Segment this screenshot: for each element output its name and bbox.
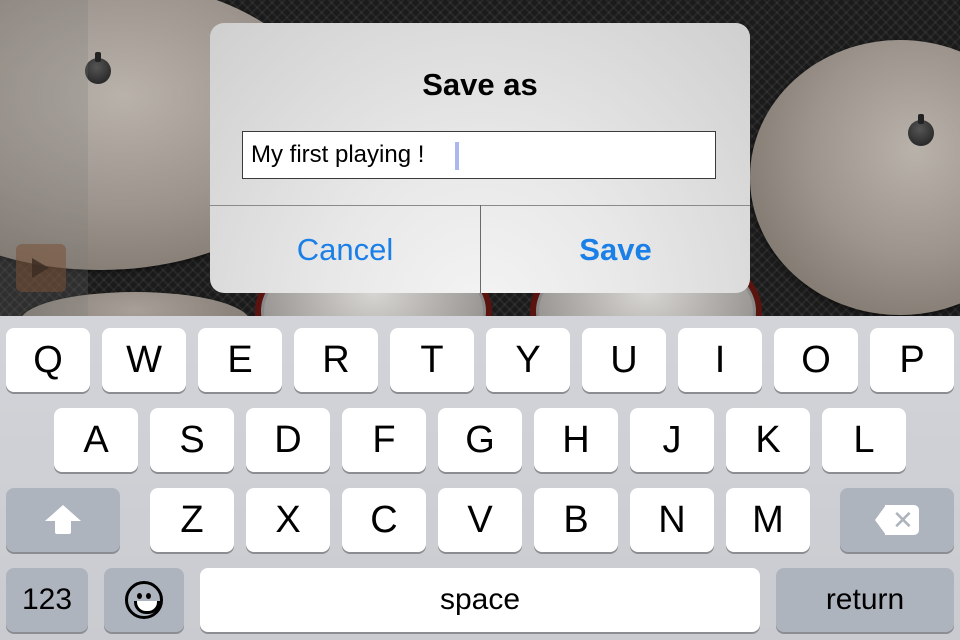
dialog-title: Save as [422, 67, 538, 102]
cymbal-bell [908, 114, 934, 146]
emoji-key[interactable] [104, 568, 184, 632]
numbers-key[interactable]: 123 [6, 568, 88, 632]
play-icon[interactable] [16, 244, 66, 292]
key-e[interactable]: E [198, 328, 282, 392]
shift-key[interactable] [6, 488, 120, 552]
key-g[interactable]: G [438, 408, 522, 472]
space-key[interactable]: space [200, 568, 760, 632]
key-s[interactable]: S [150, 408, 234, 472]
key-n[interactable]: N [630, 488, 714, 552]
key-a[interactable]: A [54, 408, 138, 472]
key-t[interactable]: T [390, 328, 474, 392]
return-key[interactable]: return [776, 568, 954, 632]
filename-input[interactable] [243, 132, 453, 178]
key-v[interactable]: V [438, 488, 522, 552]
right-cymbal[interactable] [750, 40, 960, 315]
shift-arrow-icon [45, 505, 81, 535]
key-l[interactable]: L [822, 408, 906, 472]
key-b[interactable]: B [534, 488, 618, 552]
key-w[interactable]: W [102, 328, 186, 392]
key-j[interactable]: J [630, 408, 714, 472]
text-cursor [455, 142, 459, 170]
delete-key[interactable]: ✕ [840, 488, 954, 552]
save-as-dialog: Save as Cancel Save [210, 23, 750, 293]
key-u[interactable]: U [582, 328, 666, 392]
cymbal-bell [85, 52, 111, 84]
key-z[interactable]: Z [150, 488, 234, 552]
key-m[interactable]: M [726, 488, 810, 552]
key-q[interactable]: Q [6, 328, 90, 392]
key-i[interactable]: I [678, 328, 762, 392]
key-d[interactable]: D [246, 408, 330, 472]
key-x[interactable]: X [246, 488, 330, 552]
key-c[interactable]: C [342, 488, 426, 552]
emoji-icon [125, 581, 163, 619]
backspace-icon: ✕ [875, 505, 919, 535]
key-p[interactable]: P [870, 328, 954, 392]
key-k[interactable]: K [726, 408, 810, 472]
key-r[interactable]: R [294, 328, 378, 392]
filename-field[interactable] [242, 131, 716, 179]
save-button[interactable]: Save [481, 206, 750, 293]
key-o[interactable]: O [774, 328, 858, 392]
on-screen-keyboard: Q W E R T Y U I O P A S D F G H J K L Z … [0, 316, 960, 640]
cancel-button[interactable]: Cancel [210, 206, 480, 293]
key-h[interactable]: H [534, 408, 618, 472]
key-y[interactable]: Y [486, 328, 570, 392]
key-f[interactable]: F [342, 408, 426, 472]
